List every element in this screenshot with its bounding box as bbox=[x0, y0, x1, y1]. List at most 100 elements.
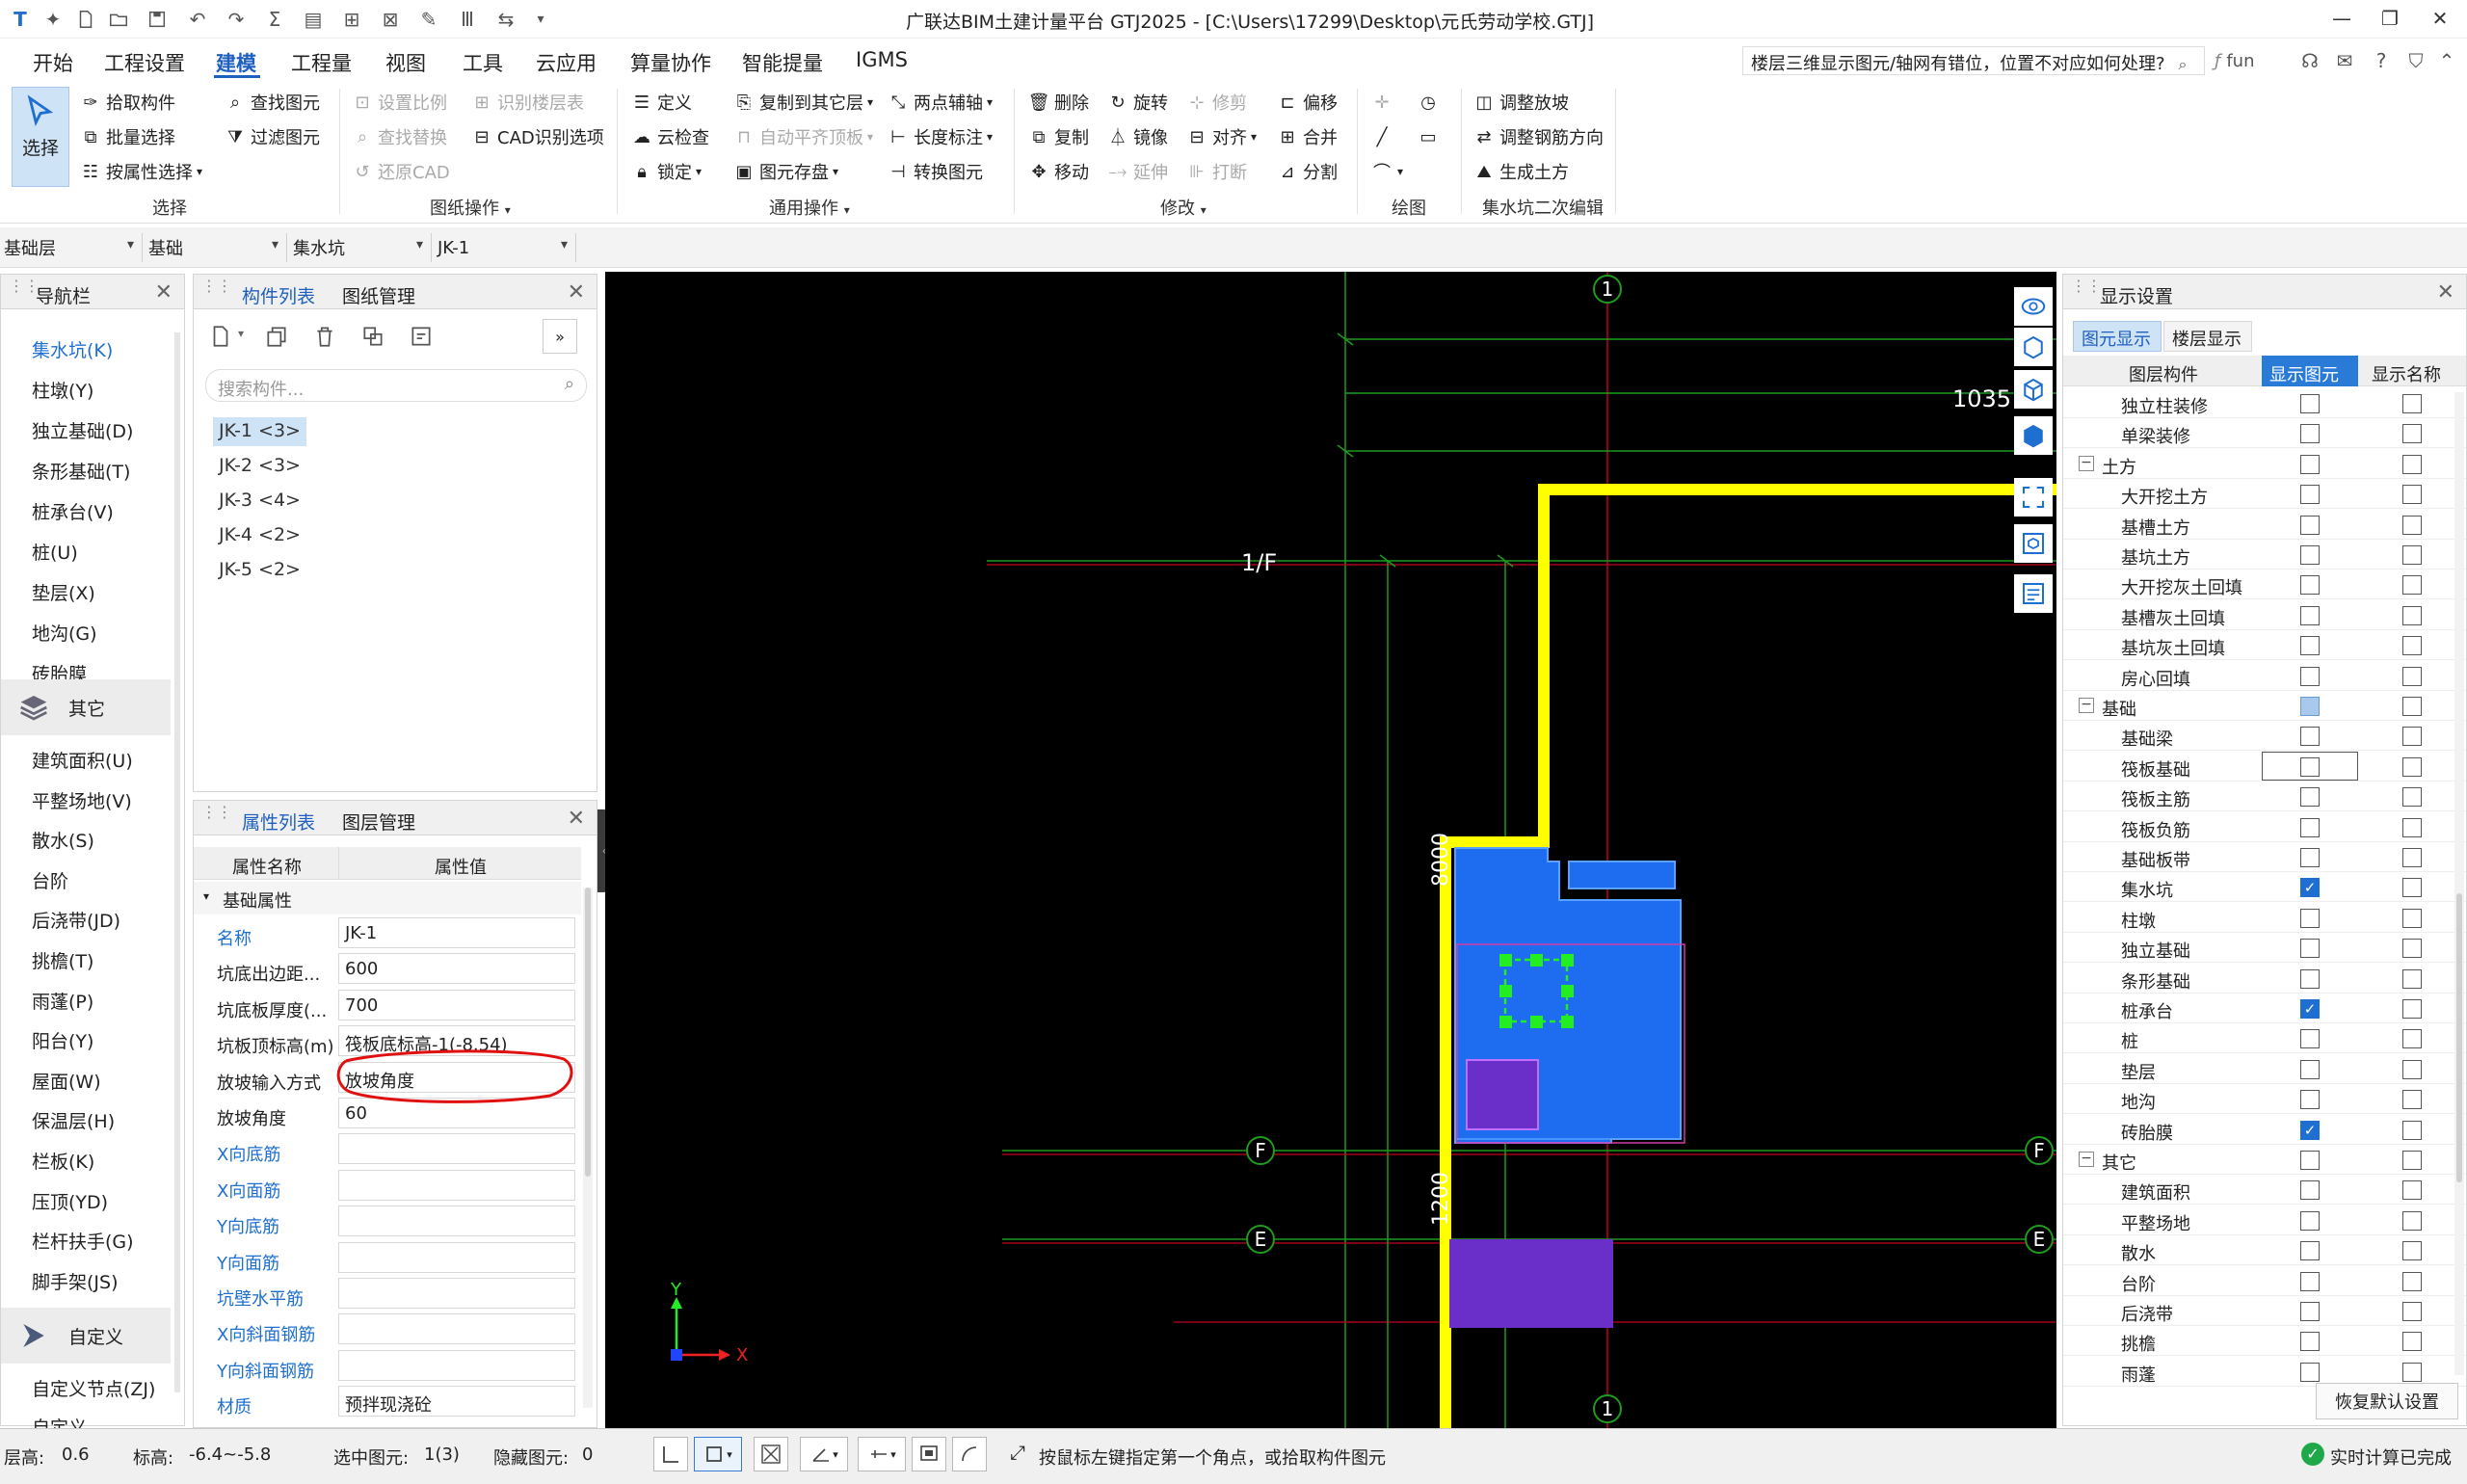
break-button[interactable]: ⊪ 打断 bbox=[1185, 156, 1247, 187]
nav-item[interactable]: 地沟(G) bbox=[32, 620, 97, 646]
show-name-checkbox[interactable] bbox=[2402, 666, 2422, 686]
nav-item[interactable]: 桩(U) bbox=[32, 539, 78, 565]
show-element-checkbox[interactable] bbox=[2300, 666, 2320, 686]
split-button[interactable]: ⊿ 分割 bbox=[1276, 156, 1338, 187]
canvas-svg[interactable]: 1 1 1/F F F E E 1035 8000 1200 Y X bbox=[605, 272, 2056, 1428]
drag-grip-icon[interactable]: ⋮⋮ bbox=[2071, 278, 2102, 302]
help-search-input[interactable]: 楼层三维显示图元/轴网有错位，位置不对应如何处理? bbox=[1742, 46, 2205, 75]
nav-item[interactable]: 阳台(Y) bbox=[32, 1027, 93, 1053]
filter-element-button[interactable]: ⧩ 过滤图元 bbox=[224, 121, 320, 152]
type-select[interactable]: 集水坑 ▾ bbox=[289, 233, 432, 262]
pick-component-button[interactable]: ✑ 拾取构件 bbox=[79, 87, 175, 118]
grip-handle[interactable] bbox=[1530, 954, 1543, 967]
property-value-field[interactable] bbox=[338, 1349, 575, 1381]
nav-item[interactable]: 栏板(K) bbox=[32, 1148, 94, 1174]
collapse-toggle-icon[interactable]: − bbox=[2079, 698, 2094, 713]
col-show-element[interactable]: 显示图元 bbox=[2262, 356, 2358, 386]
nav-item[interactable]: 自定义节点(ZJ) bbox=[32, 1375, 155, 1401]
close-icon[interactable]: ✕ bbox=[568, 807, 585, 831]
component-select[interactable]: JK-1 ▾ bbox=[434, 233, 576, 262]
copy-button[interactable]: ⧉ 复制 bbox=[1027, 121, 1089, 152]
property-value-field[interactable] bbox=[338, 1169, 575, 1201]
merge-button[interactable]: ⊞ 合并 bbox=[1276, 121, 1338, 152]
close-icon[interactable]: ✕ bbox=[2437, 280, 2454, 305]
menu-start[interactable]: 开始 bbox=[33, 48, 73, 77]
select-button[interactable]: 选择 bbox=[12, 87, 69, 187]
show-name-checkbox[interactable] bbox=[2402, 1059, 2422, 1079]
tab-drawing-management[interactable]: 图纸管理 bbox=[342, 282, 415, 308]
show-name-checkbox[interactable] bbox=[2402, 1362, 2422, 1382]
component-search-input[interactable]: 搜索构件... ⌕ bbox=[205, 369, 587, 402]
show-element-checkbox[interactable] bbox=[2300, 454, 2320, 474]
adjust-rebar-direction-button[interactable]: ⇄ 调整钢筋方向 bbox=[1472, 121, 1604, 152]
point-draw-button[interactable]: ✛ bbox=[1370, 87, 1397, 118]
show-element-checkbox[interactable] bbox=[2300, 485, 2320, 505]
restore-cad-button[interactable]: ↺ 还原CAD bbox=[351, 156, 449, 187]
mirror-button[interactable]: ⏃ 镜像 bbox=[1106, 121, 1168, 152]
nav-item[interactable]: 压顶(YD) bbox=[32, 1188, 108, 1214]
align-button[interactable]: ⊟ 对齐 ▾ bbox=[1185, 121, 1257, 152]
show-name-checkbox[interactable] bbox=[2402, 848, 2422, 867]
formula-icon[interactable]: Σ bbox=[260, 6, 289, 33]
two-point-axis-button[interactable]: ⤡ 两点辅轴 ▾ bbox=[887, 87, 993, 118]
delete-button[interactable]: 🗑︎ 删除 bbox=[1027, 87, 1089, 118]
tab-layer-management[interactable]: 图层管理 bbox=[342, 808, 415, 835]
nav-item[interactable]: 垫层(X) bbox=[32, 579, 95, 605]
circle-draw-button[interactable]: ◷ bbox=[1417, 87, 1444, 118]
view-3d-button[interactable] bbox=[2014, 328, 2053, 366]
show-name-checkbox[interactable] bbox=[2402, 1271, 2422, 1291]
drag-grip-icon[interactable]: ⋮⋮ bbox=[201, 278, 232, 302]
show-element-checkbox[interactable] bbox=[2300, 1210, 2320, 1231]
menu-modeling[interactable]: 建模 bbox=[216, 48, 256, 77]
grip-handle[interactable] bbox=[1499, 1016, 1512, 1028]
component-item[interactable]: JK-4 <2> bbox=[213, 521, 306, 550]
view-3d-orbit-button[interactable] bbox=[2014, 287, 2053, 326]
nav-item[interactable]: 后浇带(JD) bbox=[32, 907, 120, 933]
customize-qa-icon[interactable]: ▾ bbox=[526, 6, 555, 33]
show-name-checkbox[interactable] bbox=[2402, 1180, 2422, 1201]
show-name-checkbox[interactable] bbox=[2402, 878, 2422, 898]
show-element-checkbox[interactable] bbox=[2300, 1090, 2320, 1110]
view-top-button[interactable] bbox=[2014, 416, 2053, 455]
export-icon[interactable]: ⇆ bbox=[491, 6, 520, 33]
nav-item[interactable]: 台阶 bbox=[32, 867, 68, 893]
close-window-icon[interactable]: ✕ bbox=[2421, 4, 2459, 33]
restore-icon[interactable]: ❐ bbox=[2371, 4, 2409, 33]
show-element-checkbox[interactable] bbox=[2300, 545, 2320, 565]
search-icon[interactable]: ⌕ bbox=[2170, 52, 2195, 77]
scrollbar-thumb[interactable] bbox=[2456, 893, 2462, 1182]
shirt-icon[interactable]: ⛉ bbox=[2403, 48, 2428, 73]
identify-floor-table-button[interactable]: ⊞ 识别楼层表 bbox=[470, 87, 584, 118]
property-value-field[interactable]: 600 bbox=[338, 953, 575, 985]
adjust-slope-button[interactable]: ◫ 调整放坡 bbox=[1472, 87, 1569, 118]
collapse-toggle-icon[interactable]: − bbox=[2079, 1152, 2094, 1167]
show-name-checkbox[interactable] bbox=[2402, 1332, 2422, 1352]
edit-icon[interactable]: ✎ bbox=[414, 6, 443, 33]
show-name-checkbox[interactable] bbox=[2402, 605, 2422, 625]
show-name-checkbox[interactable] bbox=[2402, 454, 2422, 474]
nav-item[interactable]: 柱墩(Y) bbox=[32, 377, 93, 403]
zoom-extent-button[interactable] bbox=[2014, 478, 2053, 517]
user-account[interactable]: ƒ fun bbox=[2215, 48, 2255, 73]
show-name-checkbox[interactable] bbox=[2402, 727, 2422, 747]
blank-file-icon[interactable] bbox=[71, 6, 100, 33]
nav-item[interactable]: 建筑面积(U) bbox=[32, 747, 133, 773]
grip-handle[interactable] bbox=[1499, 954, 1512, 967]
show-element-checkbox[interactable] bbox=[2300, 787, 2320, 808]
collapse-toggle-icon[interactable]: − bbox=[2079, 455, 2094, 471]
show-name-checkbox[interactable] bbox=[2402, 394, 2422, 413]
nav-item[interactable]: 平整场地(V) bbox=[32, 787, 132, 813]
nav-item[interactable]: 雨蓬(P) bbox=[32, 988, 93, 1014]
rect-draw-button[interactable]: ▭ bbox=[1417, 121, 1444, 152]
generate-earthwork-button[interactable]: ⛰︎ 生成土方 bbox=[1472, 156, 1569, 187]
show-name-checkbox[interactable] bbox=[2402, 1210, 2422, 1231]
property-value-field[interactable] bbox=[338, 1133, 575, 1165]
view-cube-button[interactable] bbox=[2014, 370, 2053, 409]
move-button[interactable]: ✥ 移动 bbox=[1027, 156, 1089, 187]
property-value-field[interactable]: 700 bbox=[338, 989, 575, 1020]
layer-copy-button[interactable] bbox=[356, 319, 390, 354]
view-list-button[interactable] bbox=[2014, 574, 2053, 613]
define-button[interactable]: ☰ 定义 bbox=[630, 87, 692, 118]
cad-options-button[interactable]: ⊟ CAD识别选项 bbox=[470, 121, 603, 152]
show-name-checkbox[interactable] bbox=[2402, 817, 2422, 837]
